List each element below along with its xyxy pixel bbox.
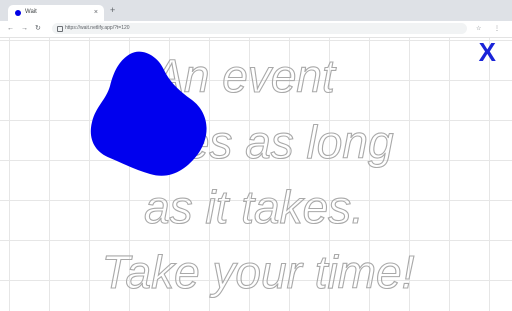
browser-tab[interactable]: Wait × [8, 5, 104, 21]
bookmark-star-icon[interactable]: ☆ [476, 25, 481, 33]
page-canvas: An event takes as long as it takes. Take… [0, 38, 512, 311]
browser-toolbar: ← → ↻ https://wait.netlify.app/?t=120 ☆ … [0, 21, 512, 38]
blob-path [90, 51, 207, 176]
url-text: https://wait.netlify.app/?t=120 [65, 25, 130, 31]
lock-icon [57, 26, 63, 32]
quote-line-3: as it takes. [144, 181, 364, 233]
close-button[interactable]: X [479, 38, 496, 66]
tab-strip: Wait × + [0, 0, 512, 21]
browser-window: Wait × + ← → ↻ https://wait.netlify.app/… [0, 0, 512, 311]
favicon-icon [15, 10, 21, 16]
blob-shape[interactable] [80, 46, 220, 186]
address-bar[interactable]: https://wait.netlify.app/?t=120 [52, 23, 467, 34]
forward-icon[interactable]: → [21, 24, 28, 33]
quote-line-4: Take your time! [102, 246, 415, 298]
new-tab-button[interactable]: + [110, 5, 115, 15]
quote-text: An event takes as long as it takes. Take… [101, 49, 415, 298]
browser-menu-icon[interactable]: ⋮ [494, 25, 500, 33]
tab-title: Wait [25, 9, 37, 15]
reload-icon[interactable]: ↻ [35, 24, 41, 33]
tab-close-icon[interactable]: × [94, 8, 98, 17]
back-icon[interactable]: ← [7, 24, 14, 33]
